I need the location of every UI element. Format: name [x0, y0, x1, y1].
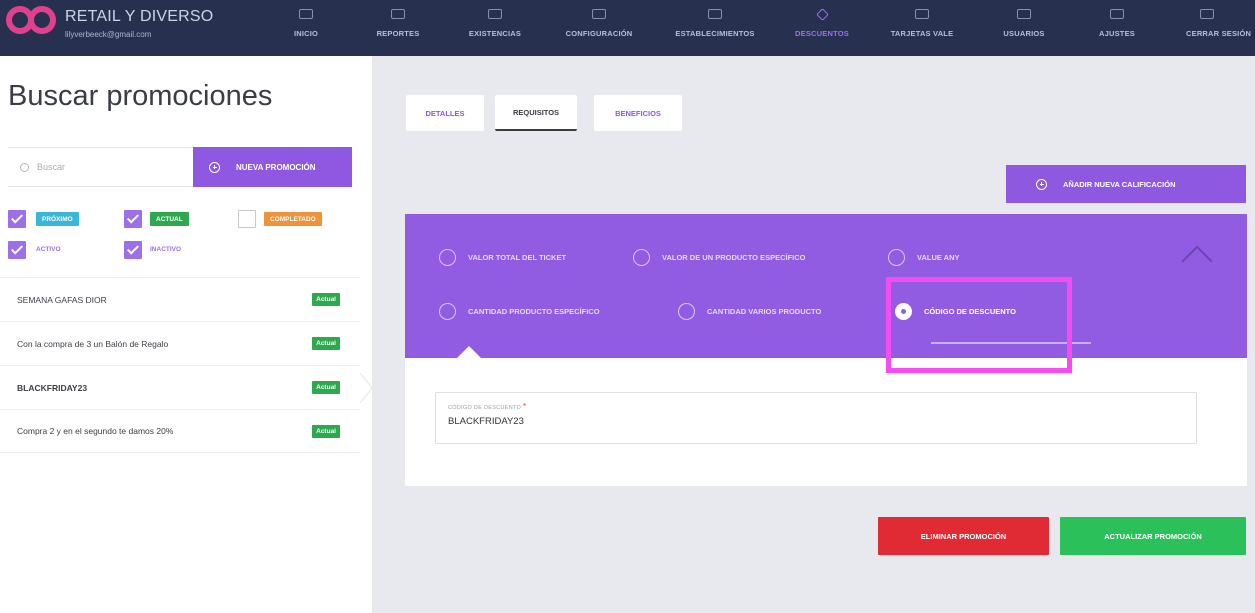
- nav-label: EXISTENCIAS: [468, 29, 522, 38]
- store-icon: [708, 9, 722, 19]
- option-label: VALUE ANY: [917, 253, 960, 262]
- nav-label: INICIO: [293, 29, 319, 38]
- search-icon: [20, 162, 29, 172]
- nav-label: CONFIGURACIÓN: [565, 29, 633, 38]
- filter-proximo-badge: PRÓXIMO: [36, 212, 79, 226]
- add-circle-icon: [209, 161, 220, 173]
- new-promotion-button[interactable]: NUEVA PROMOCIÓN: [193, 147, 352, 187]
- discount-code-value[interactable]: BLACKFRIDAY23: [448, 416, 1184, 427]
- search-input[interactable]: Buscar: [8, 147, 193, 187]
- nav-label: USUARIOS: [1003, 29, 1045, 38]
- filter-activo-checkbox[interactable]: [8, 241, 26, 259]
- nav-descuentos[interactable]: DESCUENTOS: [784, 0, 860, 56]
- nav-label: ESTABLECIMIENTOS: [675, 29, 755, 38]
- boxes-icon: [488, 9, 502, 19]
- option-cantidad-varios-producto[interactable]: CANTIDAD VARIOS PRODUCTO: [678, 303, 821, 320]
- gear-icon: [592, 9, 606, 19]
- filter-inactivo-label: INACTIVO: [150, 246, 182, 253]
- tab-requisitos[interactable]: REQUISITOS: [495, 95, 577, 131]
- filter-proximo-checkbox[interactable]: [8, 210, 26, 228]
- promotion-row[interactable]: Con la compra de 3 un Balón de Regalo Ac…: [0, 321, 360, 365]
- promotion-name: BLACKFRIDAY23: [17, 382, 88, 393]
- filter-completado-checkbox[interactable]: [238, 210, 256, 228]
- page-title: Buscar promociones: [8, 80, 273, 112]
- chart-icon: [391, 9, 405, 19]
- option-label: VALOR DE UN PRODUCTO ESPECÍFICO: [662, 253, 806, 262]
- sliders-icon: [1110, 9, 1124, 19]
- option-label: CANTIDAD PRODUCTO ESPECÍFICO: [468, 307, 600, 316]
- nav-label: TARJETAS VALE: [890, 29, 954, 38]
- radio-button[interactable]: [888, 249, 905, 266]
- required-mark: *: [522, 402, 527, 411]
- highlight-annotation: [886, 277, 1072, 373]
- nav-ajustes[interactable]: AJUSTES: [1082, 0, 1152, 56]
- add-qualification-label: AÑADIR NUEVA CALIFICACIÓN: [1063, 179, 1176, 189]
- radio-button[interactable]: [633, 249, 650, 266]
- promotion-name: Compra 2 y en el segundo te damos 20%: [17, 426, 174, 436]
- delete-promotion-button[interactable]: ELIMINAR PROMOCIÓN: [878, 517, 1049, 555]
- nav-tarjetas-vale[interactable]: TARJETAS VALE: [876, 0, 968, 56]
- promotion-list: SEMANA GAFAS DIOR Actual Con la compra d…: [0, 277, 360, 453]
- brand-name: RETAIL Y DIVERSO: [65, 8, 214, 25]
- brand-logo: [6, 6, 56, 34]
- tag-icon: [815, 8, 829, 21]
- status-badge: Actual: [312, 337, 340, 350]
- promotion-name: Con la compra de 3 un Balón de Regalo: [17, 338, 169, 349]
- nav-usuarios[interactable]: USUARIOS: [984, 0, 1064, 56]
- home-icon: [299, 9, 313, 19]
- option-value-any[interactable]: VALUE ANY: [888, 249, 960, 266]
- filter-actual-badge: ACTUAL: [150, 212, 189, 226]
- nav-label: DESCUENTOS: [795, 29, 849, 38]
- tab-detalles[interactable]: DETALLES: [406, 95, 484, 131]
- nav-label: CERRAR SESIÓN: [1186, 29, 1252, 38]
- field-label: CÓDIGO DE DESCUENTO *: [448, 402, 1184, 411]
- promotion-row-selected[interactable]: BLACKFRIDAY23 Actual: [0, 365, 360, 409]
- top-navigation-bar: RETAIL Y DIVERSO lilyverbeeck@gmail.com …: [0, 0, 1255, 56]
- requirement-detail-panel: CÓDIGO DE DESCUENTO * BLACKFRIDAY23: [405, 358, 1247, 486]
- field-label-text: CÓDIGO DE DESCUENTO: [448, 405, 522, 411]
- filter-activo-label: ACTIVO: [36, 246, 61, 253]
- option-valor-total-ticket[interactable]: VALOR TOTAL DEL TICKET: [439, 249, 566, 266]
- promotions-sidebar: Buscar promociones Buscar NUEVA PROMOCIÓ…: [0, 56, 372, 613]
- chevron-up-icon[interactable]: [1181, 245, 1213, 277]
- nav-label: REPORTES: [376, 29, 420, 38]
- nav-cerrar-sesion[interactable]: CERRAR SESIÓN: [1172, 0, 1255, 56]
- discount-code-field[interactable]: CÓDIGO DE DESCUENTO * BLACKFRIDAY23: [435, 392, 1197, 444]
- add-circle-icon: [1036, 178, 1047, 190]
- nav-inicio[interactable]: INICIO: [282, 0, 330, 56]
- filter-inactivo-checkbox[interactable]: [124, 241, 142, 259]
- option-valor-producto-especifico[interactable]: VALOR DE UN PRODUCTO ESPECÍFICO: [633, 249, 806, 266]
- nav-configuracion[interactable]: CONFIGURACIÓN: [556, 0, 642, 56]
- promotion-row[interactable]: SEMANA GAFAS DIOR Actual: [0, 277, 360, 321]
- brand-email: lilyverbeeck@gmail.com: [65, 30, 152, 39]
- promotion-row[interactable]: Compra 2 y en el segundo te damos 20% Ac…: [0, 409, 360, 453]
- panel-pointer: [457, 346, 481, 358]
- new-promotion-label: NUEVA PROMOCIÓN: [236, 162, 316, 172]
- tab-beneficios[interactable]: BENEFICIOS: [594, 95, 682, 131]
- nav-reportes[interactable]: REPORTES: [366, 0, 430, 56]
- status-badge: Actual: [312, 293, 340, 306]
- radio-button[interactable]: [439, 303, 456, 320]
- search-placeholder: Buscar: [37, 162, 66, 172]
- card-icon: [915, 9, 929, 19]
- filter-completado-badge: COMPLETADO: [264, 212, 322, 226]
- nav-existencias[interactable]: EXISTENCIAS: [458, 0, 532, 56]
- status-badge: Actual: [312, 381, 340, 394]
- option-label: CANTIDAD VARIOS PRODUCTO: [707, 307, 822, 316]
- option-cantidad-producto-especifico[interactable]: CANTIDAD PRODUCTO ESPECÍFICO: [439, 303, 600, 320]
- option-label: VALOR TOTAL DEL TICKET: [468, 253, 567, 262]
- promotion-editor: DETALLES REQUISITOS BENEFICIOS AÑADIR NU…: [372, 56, 1255, 613]
- logout-icon: [1200, 9, 1214, 19]
- update-promotion-button[interactable]: ACTUALIZAR PROMOCIÓN: [1060, 517, 1246, 555]
- nav-establecimientos[interactable]: ESTABLECIMIENTOS: [662, 0, 768, 56]
- filter-actual-checkbox[interactable]: [124, 210, 142, 228]
- add-qualification-button[interactable]: AÑADIR NUEVA CALIFICACIÓN: [1006, 165, 1246, 203]
- status-badge: Actual: [312, 424, 340, 438]
- users-icon: [1017, 9, 1031, 19]
- requirement-type-selector: VALOR TOTAL DEL TICKET VALOR DE UN PRODU…: [405, 214, 1247, 358]
- radio-button[interactable]: [439, 249, 456, 266]
- radio-button[interactable]: [678, 303, 695, 320]
- nav-label: AJUSTES: [1099, 29, 1135, 38]
- promotion-name: SEMANA GAFAS DIOR: [17, 294, 107, 305]
